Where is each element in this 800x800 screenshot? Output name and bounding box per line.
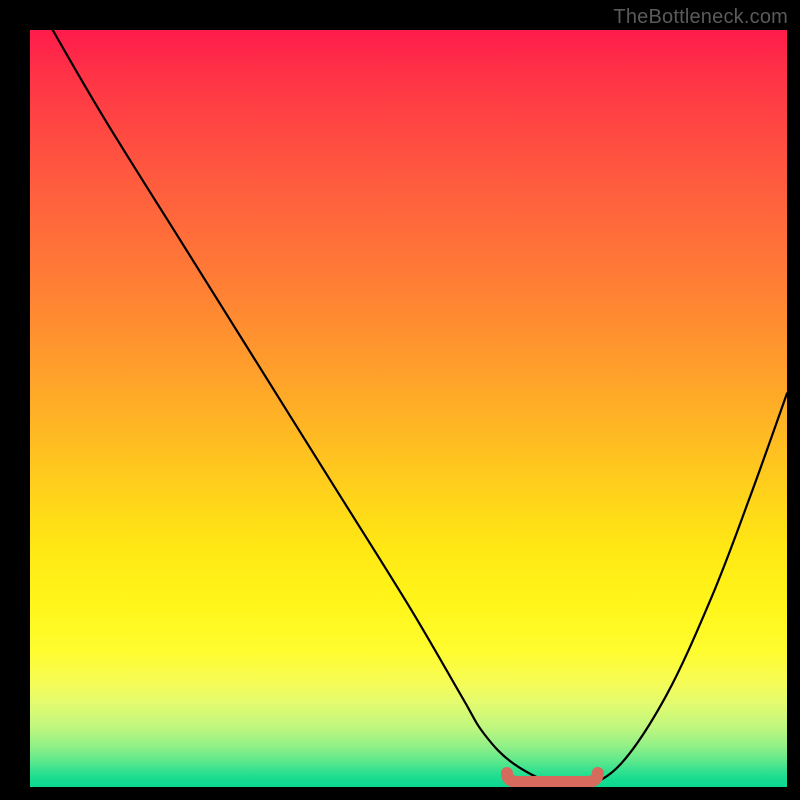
curve-layer bbox=[30, 30, 787, 787]
optimal-range-marker bbox=[507, 773, 598, 782]
chart-frame: TheBottleneck.com bbox=[0, 0, 800, 800]
watermark-text: TheBottleneck.com bbox=[613, 6, 788, 29]
plot-area bbox=[30, 30, 787, 787]
bottleneck-curve bbox=[53, 30, 787, 787]
